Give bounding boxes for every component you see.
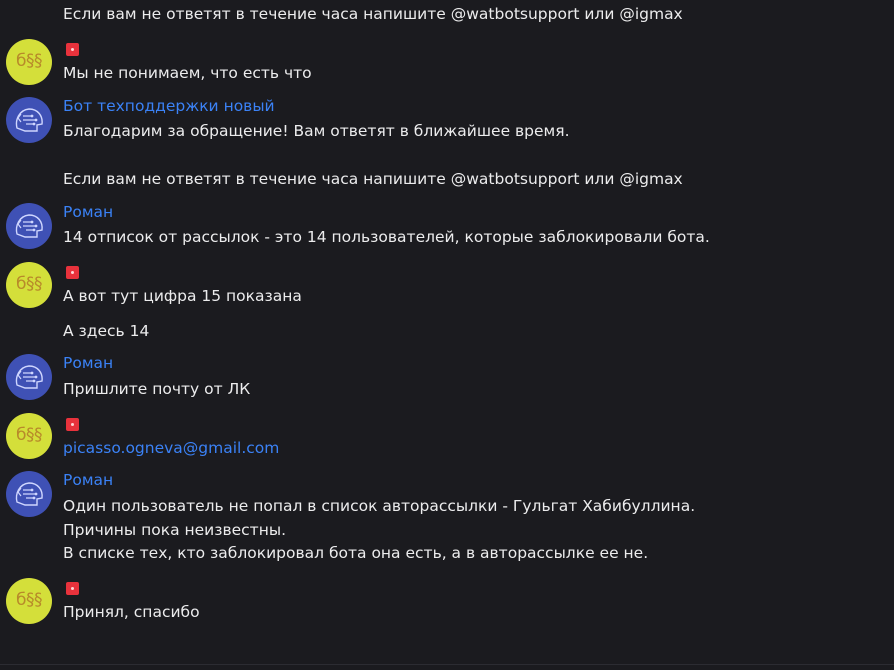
avatar-text: б§§ [16, 274, 42, 294]
message-text: Принял, спасибо [63, 603, 200, 621]
message-text: В списке тех, кто заблокировал бота она … [63, 544, 649, 562]
user-avatar[interactable]: б§§ [6, 578, 52, 624]
robot-head-icon [15, 108, 43, 132]
flag-icon [66, 418, 79, 431]
message-text: Если вам не ответят в течение часа напиш… [63, 170, 683, 188]
message-text: Один пользователь не попал в список авто… [63, 497, 696, 515]
message-text: 14 отписок от рассылок - это 14 пользова… [63, 228, 710, 246]
robot-head-icon [15, 365, 43, 389]
flag-icon [66, 582, 79, 595]
bot-avatar[interactable] [6, 203, 52, 249]
email-link[interactable]: picasso.ogneva@gmail.com [63, 437, 279, 460]
bot-avatar[interactable] [6, 97, 52, 143]
user-avatar[interactable]: б§§ [6, 39, 52, 85]
chat-message-list[interactable]: Если вам не ответят в течение часа напиш… [0, 0, 894, 670]
bot-avatar[interactable] [6, 471, 52, 517]
flag-icon [66, 266, 79, 279]
robot-head-icon [15, 482, 43, 506]
avatar-text: б§§ [16, 590, 42, 610]
message-text: Если вам не ответят в течение часа напиш… [63, 5, 683, 23]
message-author[interactable]: Роман [63, 471, 113, 489]
robot-head-icon [15, 214, 43, 238]
bot-avatar[interactable] [6, 354, 52, 400]
message-author[interactable]: Бот техподдержки новый [63, 97, 275, 115]
message-text: А вот тут цифра 15 показана [63, 287, 302, 305]
message-text: Причины пока неизвестны. [63, 521, 287, 539]
message-text: Мы не понимаем, что есть что [63, 64, 312, 82]
avatar-text: б§§ [16, 425, 42, 445]
user-avatar[interactable]: б§§ [6, 413, 52, 459]
message-author[interactable]: Роман [63, 203, 113, 221]
message-text: Пришлите почту от ЛК [63, 380, 251, 398]
flag-icon [66, 43, 79, 56]
message-text: Благодарим за обращение! Вам ответят в б… [63, 122, 570, 140]
avatar-text: б§§ [16, 51, 42, 71]
composer-divider [0, 664, 894, 665]
message-text: А здесь 14 [63, 322, 150, 340]
message-author[interactable]: Роман [63, 354, 113, 372]
user-avatar[interactable]: б§§ [6, 262, 52, 308]
